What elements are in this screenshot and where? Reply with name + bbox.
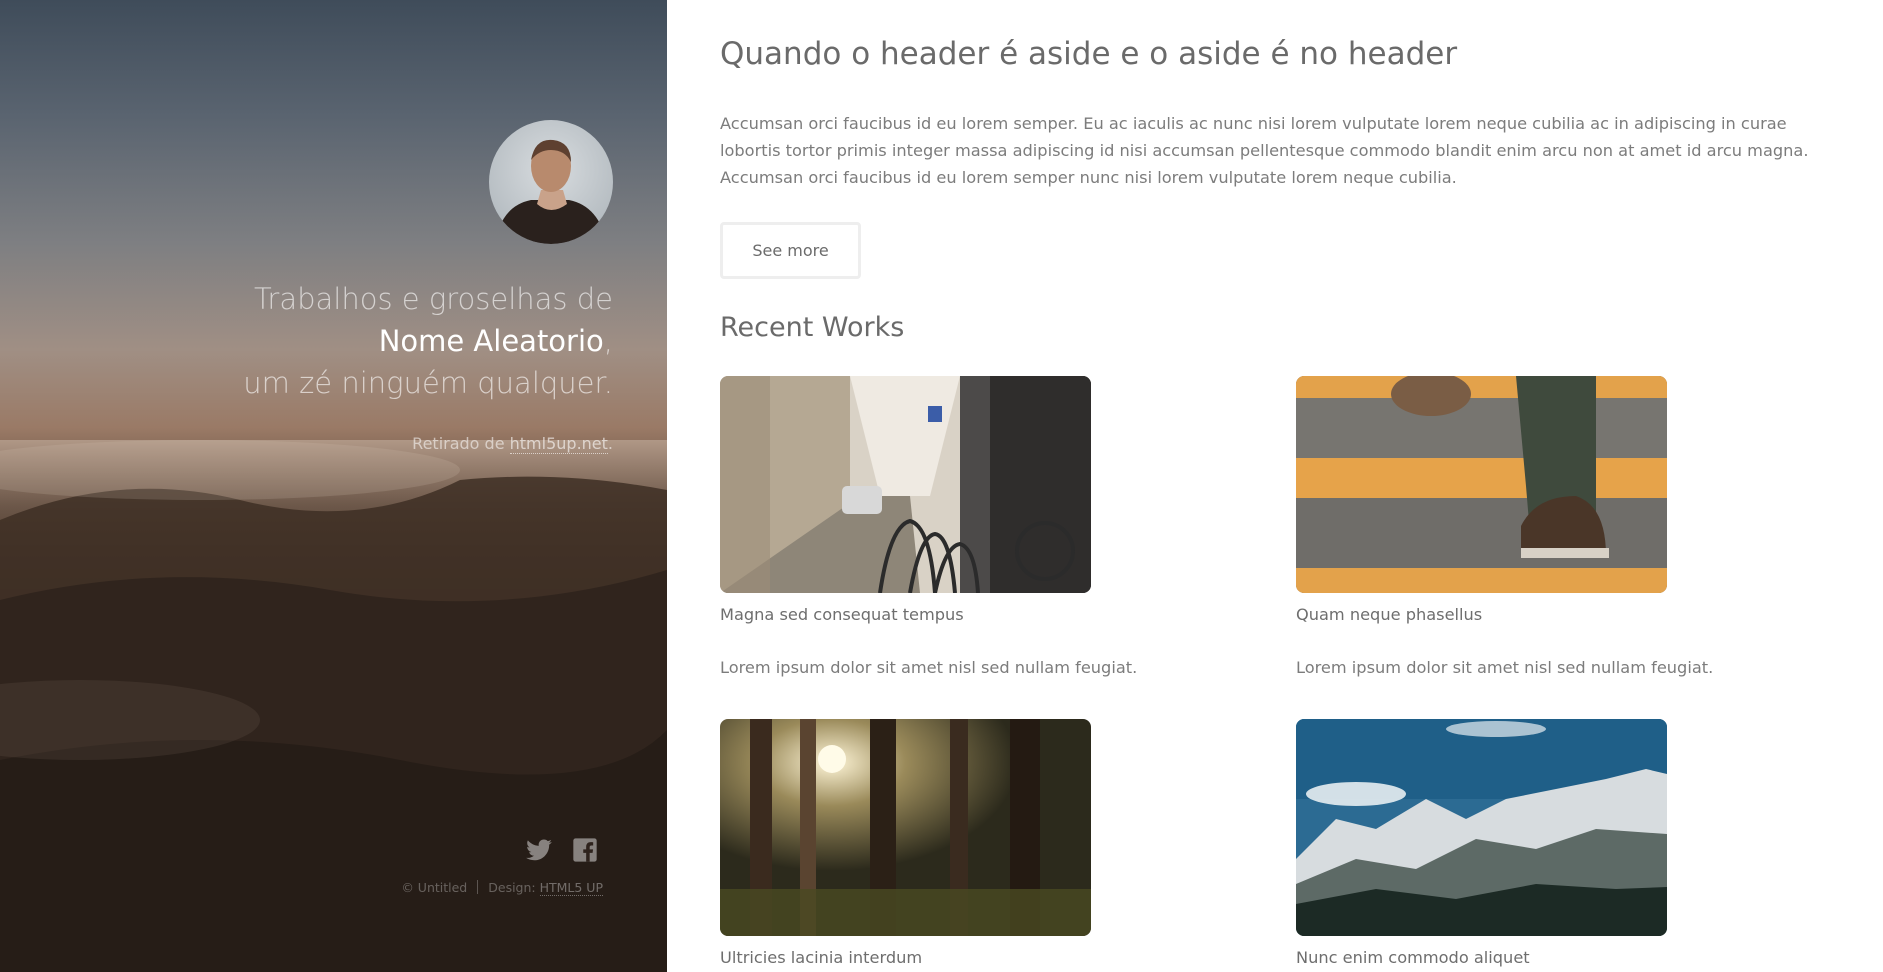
source-link[interactable]: html5up.net: [509, 434, 608, 454]
sidebar: Trabalhos e groselhas de Nome Aleatorio,…: [0, 0, 667, 972]
work-thumbnail-forest[interactable]: [720, 719, 1091, 936]
tagline-line-3: um zé ninguém qualquer.: [243, 366, 613, 400]
source-credit: Retirado de html5up.net.: [412, 434, 613, 454]
author-name: Nome Aleatorio: [378, 324, 604, 358]
recent-works-title: Recent Works: [720, 312, 905, 343]
work-item: Quam neque phasellus Lorem ipsum dolor s…: [1296, 376, 1836, 677]
work-description: Lorem ipsum dolor sit amet nisl sed null…: [720, 658, 1138, 677]
work-title: Quam neque phasellus: [1296, 605, 1483, 624]
work-description: Lorem ipsum dolor sit amet nisl sed null…: [1296, 658, 1714, 677]
work-thumbnail-street[interactable]: [720, 376, 1091, 593]
tagline-comma: ,: [603, 324, 613, 358]
work-item: Magna sed consequat tempus Lorem ipsum d…: [720, 376, 1260, 677]
design-credit-link[interactable]: HTML5 UP: [539, 880, 603, 896]
copyright: © Untitled Design: HTML5 UP: [401, 880, 603, 896]
work-title: Nunc enim commodo aliquet: [1296, 948, 1530, 967]
page-title: Quando o header é aside e o aside é no h…: [720, 36, 1458, 72]
person-silhouette-icon: [495, 139, 607, 244]
copyright-text: © Untitled: [401, 880, 468, 895]
main-content: Quando o header é aside e o aside é no h…: [667, 0, 1883, 972]
see-more-button[interactable]: See more: [720, 222, 861, 279]
work-item: Nunc enim commodo aliquet: [1296, 719, 1836, 967]
social-links: [525, 836, 599, 864]
sidebar-tagline: Trabalhos e groselhas de Nome Aleatorio,…: [13, 278, 613, 404]
work-thumbnail-mountains[interactable]: [1296, 719, 1667, 936]
facebook-icon[interactable]: [571, 836, 599, 864]
avatar: [489, 120, 613, 244]
source-suffix: .: [607, 434, 613, 453]
divider: [477, 880, 479, 894]
work-title: Magna sed consequat tempus: [720, 605, 964, 624]
work-title: Ultricies lacinia interdum: [720, 948, 923, 967]
work-thumbnail-stairs[interactable]: [1296, 376, 1667, 593]
design-label: Design:: [488, 880, 540, 895]
work-item: Ultricies lacinia interdum: [720, 719, 1260, 967]
tagline-line-1: Trabalhos e groselhas de: [253, 282, 613, 316]
intro-paragraph: Accumsan orci faucibus id eu lorem sempe…: [720, 114, 1809, 187]
twitter-icon[interactable]: [525, 836, 553, 864]
source-prefix: Retirado de: [412, 434, 510, 453]
